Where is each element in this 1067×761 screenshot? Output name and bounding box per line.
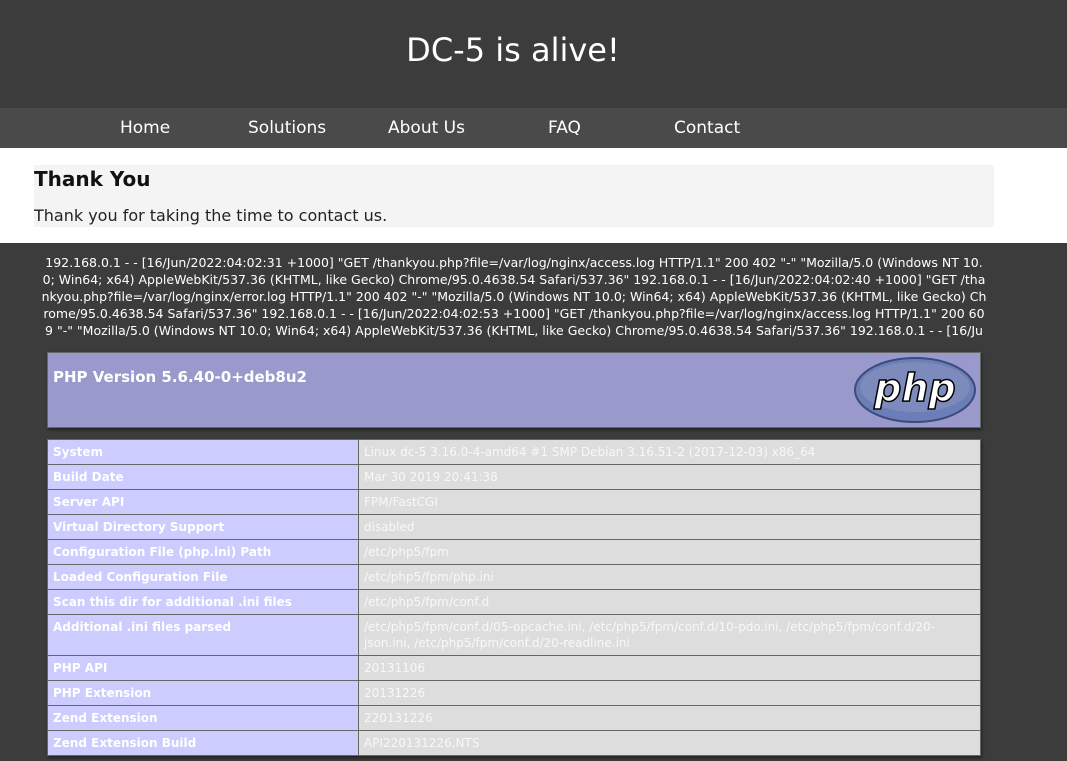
table-row: Zend Extension Build API220131226,NTS (47, 730, 981, 756)
table-row: Virtual Directory Support disabled (47, 514, 981, 540)
phpinfo-key: Scan this dir for additional .ini files (47, 589, 359, 615)
phpinfo-value: Linux dc-5 3.16.0-4-amd64 #1 SMP Debian … (358, 439, 981, 465)
table-row: Configuration File (php.ini) Path/etc/ph… (47, 539, 981, 565)
php-version-title: PHP Version 5.6.40-0+deb8u2 (53, 368, 307, 386)
included-log-output: 192.168.0.1 - - [16/Jun/2022:04:02:31 +1… (41, 255, 987, 338)
site-title: DC-5 is alive! (406, 31, 620, 69)
table-row: Server API FPM/FastCGI (47, 489, 981, 515)
phpinfo-table: System Linux dc-5 3.16.0-4-amd64 #1 SMP D… (47, 439, 981, 756)
nav-contact[interactable]: Contact (674, 108, 740, 148)
table-row: PHP Extension 20131226 (47, 680, 981, 706)
phpinfo-key: Configuration File (php.ini) Path (47, 539, 359, 565)
phpinfo-key: Loaded Configuration File (47, 564, 359, 590)
table-row: PHP API 20131106 (47, 655, 981, 681)
phpinfo-value: Mar 30 2019 20:41:38 (358, 464, 981, 490)
site-header: DC-5 is alive! (0, 0, 1067, 108)
table-row: Additional .ini files parsed/etc/php5/fp… (47, 614, 981, 656)
page-heading: Thank You (34, 167, 151, 191)
thank-you-message: Thank you for taking the time to contact… (34, 206, 388, 225)
content-area: Thank You Thank you for taking the time … (0, 148, 1067, 243)
table-row: Scan this dir for additional .ini files /… (47, 589, 981, 615)
phpinfo-value: 20131226 (358, 680, 981, 706)
nav-about-us[interactable]: About Us (388, 108, 465, 148)
phpinfo-key: Build Date (47, 464, 359, 490)
nav-home[interactable]: Home (120, 108, 170, 148)
phpinfo-key: PHP Extension (47, 680, 359, 706)
phpinfo-value: 220131226 (358, 705, 981, 731)
phpinfo-value: /etc/php5/fpm/conf.d/05-opcache.ini, /et… (358, 614, 981, 656)
main-nav: Home Solutions About Us FAQ Contact (0, 108, 1067, 148)
php-logo[interactable]: php (854, 357, 976, 423)
phpinfo-value: 20131106 (358, 655, 981, 681)
phpinfo-key: Server API (47, 489, 359, 515)
phpinfo-value: API220131226,NTS (358, 730, 981, 756)
phpinfo-value: FPM/FastCGI (358, 489, 981, 515)
table-row: Loaded Configuration File/etc/php5/fpm/p… (47, 564, 981, 590)
table-row: Zend Extension 220131226 (47, 705, 981, 731)
phpinfo-key: Virtual Directory Support (47, 514, 359, 540)
phpinfo-value: /etc/php5/fpm/conf.d (358, 589, 981, 615)
phpinfo-value: disabled (358, 514, 981, 540)
phpinfo-key: PHP API (47, 655, 359, 681)
phpinfo-value: /etc/php5/fpm/php.ini (358, 564, 981, 590)
table-row: Build Date Mar 30 2019 20:41:38 (47, 464, 981, 490)
phpinfo-key: Additional .ini files parsed (47, 614, 359, 656)
phpinfo-value: /etc/php5/fpm (358, 539, 981, 565)
content-box: Thank You Thank you for taking the time … (34, 165, 994, 227)
phpinfo-header: PHP Version 5.6.40-0+deb8u2 php (47, 352, 981, 428)
nav-solutions[interactable]: Solutions (248, 108, 326, 148)
phpinfo-key: Zend Extension (47, 705, 359, 731)
phpinfo-key: Zend Extension Build (47, 730, 359, 756)
table-row: System Linux dc-5 3.16.0-4-amd64 #1 SMP D… (47, 439, 981, 465)
nav-faq[interactable]: FAQ (548, 108, 581, 148)
phpinfo-key: System (47, 439, 359, 465)
php-logo-text: php (873, 366, 955, 410)
